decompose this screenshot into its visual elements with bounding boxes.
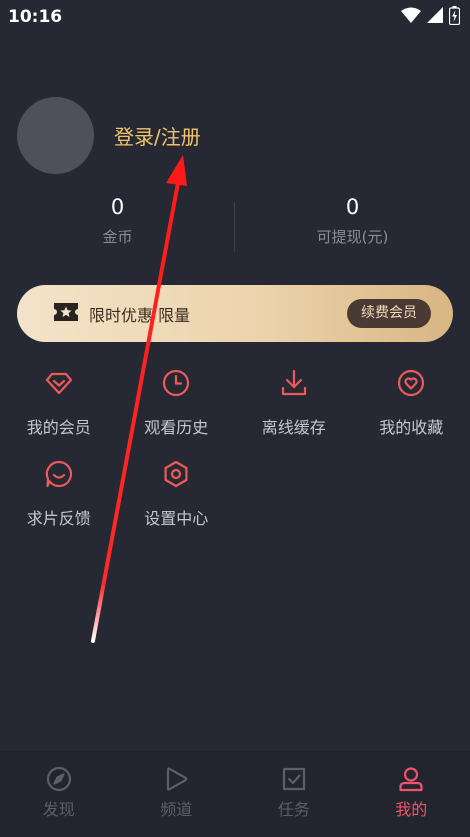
stats-divider [234, 202, 235, 252]
grid-label: 观看历史 [144, 418, 209, 437]
status-icons [401, 5, 461, 29]
nav-label: 我的 [395, 800, 428, 819]
nav-tasks[interactable]: 任务 [235, 750, 353, 837]
avatar[interactable] [17, 97, 94, 174]
vip-promo-banner[interactable]: 限时优惠 限量 续费会员 [17, 285, 453, 342]
settings-icon [161, 459, 191, 489]
coins-label: 金币 [102, 228, 133, 246]
feature-grid-row: 我的会员 观看历史 离线缓存 我的收藏 [0, 368, 470, 459]
status-bar: 10:16 [0, 0, 470, 34]
battery-icon [448, 5, 461, 29]
grid-label: 我的收藏 [379, 418, 444, 437]
stat-withdrawable[interactable]: 0 可提现(元) [235, 192, 470, 256]
clock-icon [161, 368, 191, 398]
grid-item-offline-cache[interactable]: 离线缓存 [235, 368, 353, 459]
login-register-link[interactable]: 登录/注册 [114, 121, 201, 150]
heart-icon [396, 368, 426, 398]
nav-label: 发现 [42, 800, 75, 819]
stat-coins[interactable]: 0 金币 [0, 192, 235, 256]
grid-label: 求片反馈 [26, 509, 91, 528]
nav-label: 任务 [277, 800, 310, 819]
ticket-icon [53, 302, 79, 326]
grid-item-feedback[interactable]: 求片反馈 [0, 459, 118, 550]
grid-item-settings[interactable]: 设置中心 [118, 459, 236, 550]
feature-grid: 我的会员 观看历史 离线缓存 我的收藏 求片反馈 设置中心 [0, 368, 470, 550]
coins-value: 0 [110, 195, 125, 219]
task-icon [281, 766, 307, 792]
download-icon [279, 368, 309, 398]
withdrawable-label: 可提现(元) [316, 228, 389, 246]
grid-item-membership[interactable]: 我的会员 [0, 368, 118, 459]
stats-row: 0 金币 0 可提现(元) [0, 192, 470, 256]
grid-item-history[interactable]: 观看历史 [118, 368, 236, 459]
user-icon [398, 766, 424, 792]
status-time: 10:16 [8, 7, 63, 27]
wifi-icon [401, 7, 421, 27]
nav-mine[interactable]: 我的 [353, 750, 470, 837]
withdrawable-value: 0 [345, 195, 360, 219]
feature-grid-row: 求片反馈 设置中心 [0, 459, 470, 550]
signal-icon [427, 7, 443, 27]
vip-promo-text: 限时优惠 限量 [89, 305, 191, 325]
grid-label: 设置中心 [144, 509, 209, 528]
nav-channel[interactable]: 频道 [118, 750, 236, 837]
feedback-icon [44, 459, 74, 489]
nav-label: 频道 [160, 800, 193, 819]
profile-header: 登录/注册 [17, 97, 201, 174]
grid-item-favorites[interactable]: 我的收藏 [353, 368, 470, 459]
diamond-icon [44, 368, 74, 398]
bottom-navigation: 发现 频道 任务 我的 [0, 749, 470, 837]
play-icon [163, 766, 189, 792]
grid-label: 我的会员 [26, 418, 91, 437]
compass-icon [46, 766, 72, 792]
nav-discover[interactable]: 发现 [0, 750, 118, 837]
renew-membership-button[interactable]: 续费会员 [347, 299, 431, 328]
grid-label: 离线缓存 [261, 418, 326, 437]
